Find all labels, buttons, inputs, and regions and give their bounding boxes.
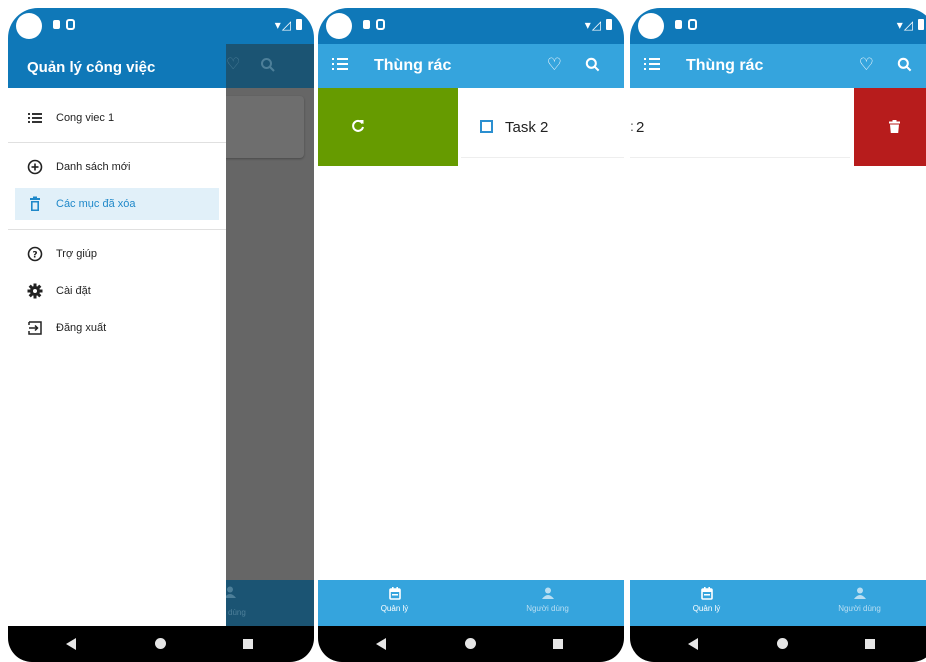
drawer-item-deleted-items[interactable]: Các mục đã xóa: [15, 188, 219, 220]
drawer-item-label: Danh sách mới: [56, 161, 131, 173]
dimmed-heart-icon: ♡: [226, 56, 241, 73]
search-icon[interactable]: [584, 56, 602, 74]
person-icon: [541, 587, 554, 599]
list-icon: [28, 113, 42, 123]
sim-icon: [53, 20, 60, 29]
battery-icon: [918, 19, 924, 30]
calendar-icon: [700, 587, 713, 600]
trash-icon: [30, 196, 40, 211]
tab-users-label: Người dùng: [526, 604, 569, 613]
back-icon[interactable]: [66, 638, 76, 650]
tab-users[interactable]: Người dùng: [471, 580, 624, 626]
task-row[interactable]: : 2: [630, 88, 850, 158]
page-title: Thùng rác: [374, 57, 452, 74]
tab-manage-label: Quản lý: [380, 604, 409, 613]
drawer-title: Quản lý công việc: [8, 44, 226, 88]
bottom-nav: Quản lý Người dùng: [318, 580, 624, 626]
restore-icon: [352, 119, 364, 132]
search-icon[interactable]: [896, 56, 914, 74]
battery-icon: [606, 19, 612, 30]
drawer-item-label: Cài đặt: [56, 285, 91, 297]
task-checkbox[interactable]: [480, 120, 493, 133]
delete-icon: [889, 120, 900, 133]
camera-cutout: [326, 13, 352, 39]
drawer-item-label: Các mục đã xóa: [56, 198, 136, 210]
menu-icon[interactable]: [644, 58, 660, 72]
menu-icon[interactable]: [332, 58, 348, 72]
tab-manage-label: Quản lý: [692, 604, 721, 613]
gear-icon: [27, 283, 43, 299]
heart-icon[interactable]: ♡: [547, 55, 562, 75]
svg-text:?: ?: [32, 251, 37, 261]
add-circle-icon: [27, 159, 43, 175]
person-icon: [853, 587, 866, 599]
drawer-item-settings[interactable]: Cài đặt: [15, 275, 219, 307]
drawer-item-label: Cong viec 1: [56, 112, 115, 124]
recents-icon[interactable]: [243, 639, 253, 649]
dimmed-tab-label: dùng: [228, 608, 246, 617]
system-nav-bar: [8, 626, 314, 662]
phone-trash-restore-screen: ▾◿ Thùng rác ♡ Task 2 Quản lý Người dùng: [318, 8, 624, 662]
task-row[interactable]: Task 2: [461, 88, 624, 158]
camera-cutout: [638, 13, 664, 39]
task-checkbox-edge: :: [630, 118, 634, 134]
app-bar: Thùng rác ♡: [318, 44, 624, 88]
sim-icon: [363, 20, 370, 29]
task-label: 2: [636, 119, 645, 136]
storage-icon: [688, 19, 697, 30]
logout-icon: [28, 321, 42, 335]
drawer-item-new-list[interactable]: Danh sách mới: [15, 151, 219, 183]
tab-manage[interactable]: Quản lý: [318, 580, 471, 626]
drawer-divider: [8, 229, 226, 230]
drawer-item-logout[interactable]: Đăng xuất: [15, 312, 219, 344]
task-label: Task 2: [505, 119, 549, 136]
home-icon[interactable]: [465, 638, 476, 649]
system-nav-bar: [318, 626, 624, 662]
help-icon: ?: [27, 246, 43, 262]
restore-swipe-action[interactable]: [318, 88, 458, 166]
camera-cutout: [16, 13, 42, 39]
signal-icon: ▾◿: [897, 18, 924, 32]
recents-icon[interactable]: [553, 639, 563, 649]
tab-users-label: Người dùng: [838, 604, 881, 613]
status-bar: ▾◿: [630, 8, 926, 44]
signal-icon: ▾◿: [585, 18, 612, 32]
tab-users[interactable]: Người dùng: [783, 580, 926, 626]
back-icon[interactable]: [376, 638, 386, 650]
recents-icon[interactable]: [865, 639, 875, 649]
tab-manage[interactable]: Quản lý: [630, 580, 783, 626]
system-nav-bar: [630, 626, 926, 662]
storage-icon: [66, 19, 75, 30]
back-icon[interactable]: [688, 638, 698, 650]
drawer-item-label: Đăng xuất: [56, 322, 107, 334]
drawer-divider: [8, 142, 226, 143]
calendar-icon: [388, 587, 401, 600]
signal-icon: ▾◿: [275, 18, 302, 32]
drawer-item-label: Trợ giúp: [56, 248, 98, 260]
page-title: Thùng rác: [686, 57, 764, 74]
app-bar: Thùng rác ♡: [630, 44, 926, 88]
sim-icon: [675, 20, 682, 29]
home-icon[interactable]: [155, 638, 166, 649]
dimmed-search-icon: [261, 58, 275, 72]
home-icon[interactable]: [777, 638, 788, 649]
storage-icon: [376, 19, 385, 30]
status-bar: ▾◿: [8, 8, 314, 44]
phone-trash-delete-screen: ▾◿ Thùng rác ♡ : 2 Quản lý Người dùng: [630, 8, 926, 662]
phone-drawer-screen: ♡ dùng Quản lý công việc Cong viec 1 Dan…: [8, 8, 314, 662]
bottom-nav: Quản lý Người dùng: [630, 580, 926, 626]
drawer-item-help[interactable]: ? Trợ giúp: [15, 238, 219, 270]
navigation-drawer: Quản lý công việc Cong viec 1 Danh sách …: [8, 44, 226, 626]
battery-icon: [296, 19, 302, 30]
heart-icon[interactable]: ♡: [859, 55, 874, 75]
drawer-item-cong-viec-1[interactable]: Cong viec 1: [15, 102, 219, 134]
delete-swipe-action[interactable]: [854, 88, 926, 166]
status-bar: ▾◿: [318, 8, 624, 44]
